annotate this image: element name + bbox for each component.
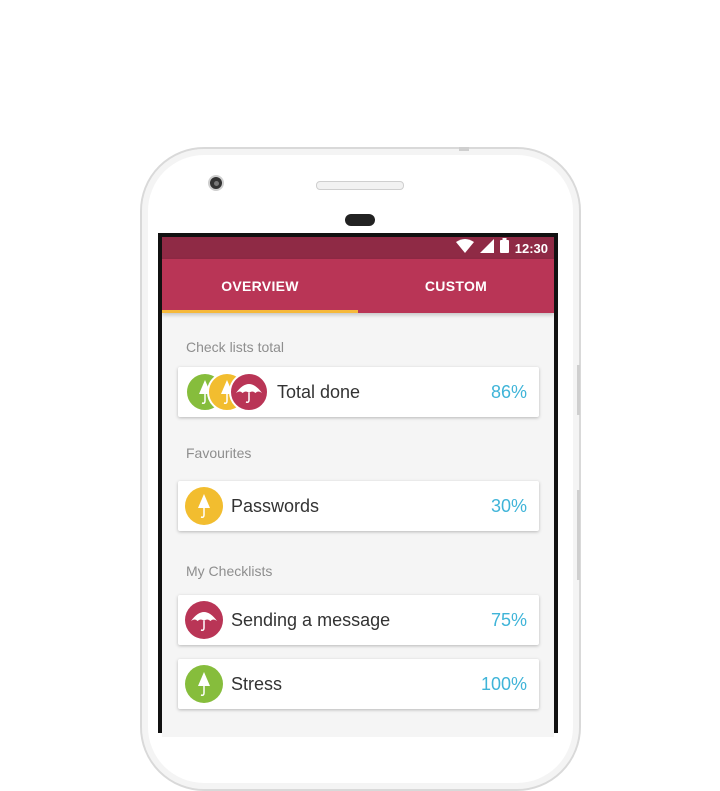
checklist-icon-stack bbox=[185, 372, 269, 412]
section-label-my-checklists: My Checklists bbox=[186, 563, 273, 579]
wifi-icon bbox=[455, 238, 474, 258]
app-display: 12:30 OVERVIEW CUSTOM Check lists total bbox=[162, 237, 554, 737]
power-button bbox=[577, 365, 580, 415]
card-percent: 30% bbox=[490, 495, 527, 516]
screen: 12:30 OVERVIEW CUSTOM Check lists total bbox=[158, 233, 558, 737]
signal-icon bbox=[479, 238, 494, 258]
checklist-card-stress[interactable]: Stress 100% bbox=[178, 659, 539, 709]
umbrella-closed-green-icon bbox=[185, 665, 223, 703]
tab-bar: OVERVIEW CUSTOM bbox=[162, 259, 554, 313]
card-percent: 75% bbox=[490, 609, 527, 630]
tab-selected-indicator bbox=[162, 310, 358, 313]
status-bar: 12:30 bbox=[162, 237, 554, 259]
checklist-card-passwords[interactable]: Passwords 30% bbox=[178, 481, 539, 531]
status-time: 12:30 bbox=[514, 240, 548, 256]
volume-button bbox=[577, 490, 580, 580]
overview-content: Check lists total Total done 86% Favouri bbox=[162, 339, 554, 709]
tab-custom[interactable]: CUSTOM bbox=[358, 259, 554, 313]
proximity-sensor bbox=[345, 214, 375, 226]
card-title: Passwords bbox=[231, 495, 320, 516]
top-notch bbox=[459, 147, 469, 151]
card-title: Stress bbox=[231, 673, 283, 694]
battery-icon bbox=[499, 238, 509, 258]
section-label-total: Check lists total bbox=[186, 339, 285, 355]
card-percent: 86% bbox=[490, 381, 527, 402]
total-done-card[interactable]: Total done 86% bbox=[178, 367, 539, 417]
front-camera bbox=[208, 175, 224, 191]
tab-overview[interactable]: OVERVIEW bbox=[162, 259, 358, 313]
umbrella-closed-yellow-icon bbox=[185, 487, 223, 525]
checklist-card-sending-a-message[interactable]: Sending a message 75% bbox=[178, 595, 539, 645]
earpiece-speaker bbox=[316, 181, 404, 190]
card-percent: 100% bbox=[480, 673, 527, 694]
card-title: Sending a message bbox=[231, 609, 391, 630]
umbrella-open-red-icon bbox=[229, 372, 269, 412]
umbrella-open-red-icon bbox=[185, 601, 223, 639]
card-title: Total done bbox=[277, 381, 361, 402]
section-label-favourites: Favourites bbox=[186, 445, 252, 461]
